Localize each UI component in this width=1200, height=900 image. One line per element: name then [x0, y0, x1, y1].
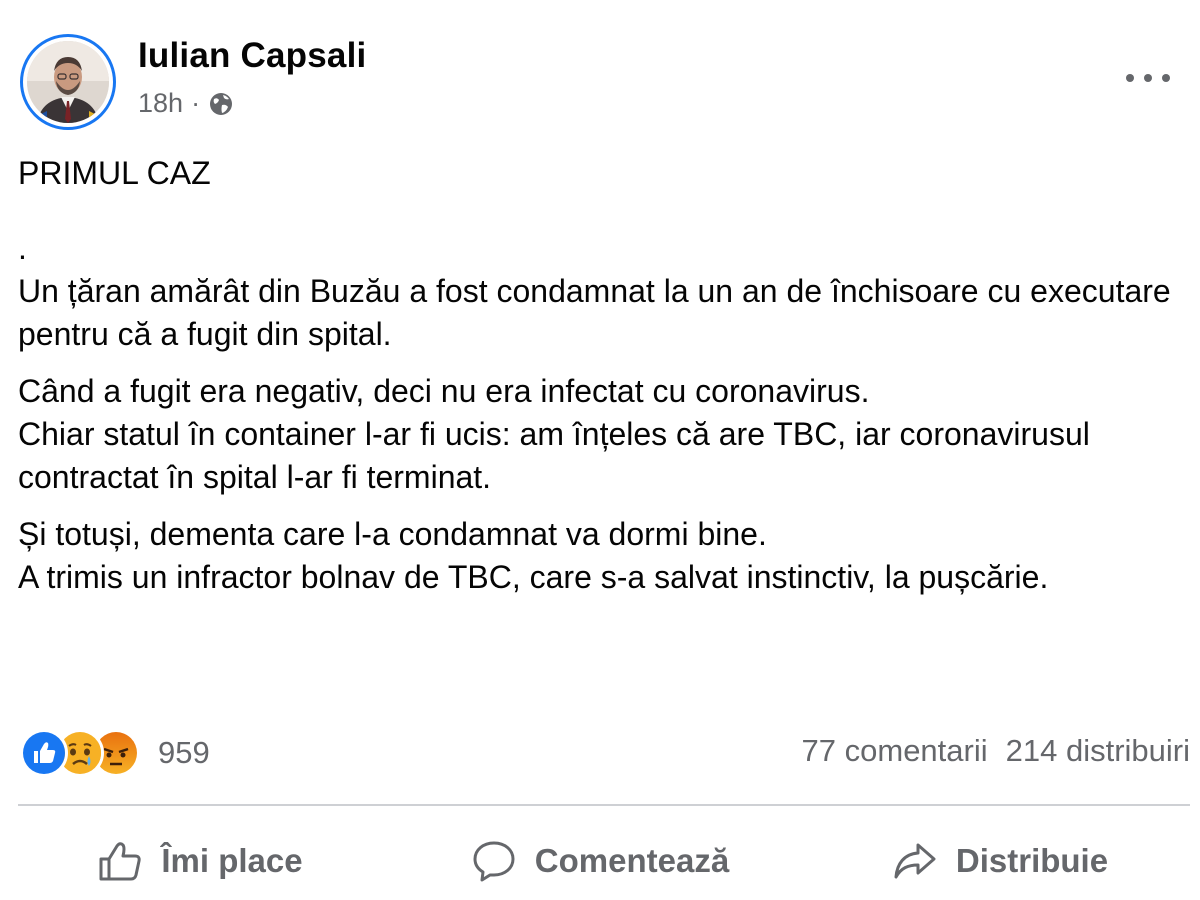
- paragraph-3-line-1: Și totuși, dementa care l-a condamnat va…: [18, 516, 767, 552]
- like-icon: [20, 729, 68, 777]
- paragraph-1: Un țăran amărât din Buzău a fost condamn…: [18, 273, 1171, 352]
- thumbs-up-icon: [97, 839, 143, 883]
- comment-icon: [471, 839, 517, 883]
- post-time[interactable]: 18h: [138, 88, 183, 119]
- paragraph-2-line-2: Chiar statul în container l-ar fi ucis: …: [18, 416, 1090, 495]
- shares-count[interactable]: 214 distribuiri: [1006, 733, 1190, 769]
- more-options-icon[interactable]: [1126, 64, 1170, 92]
- paragraph-2-line-1: Când a fugit era negativ, deci nu era in…: [18, 373, 870, 409]
- avatar[interactable]: [20, 34, 116, 130]
- comments-count[interactable]: 77 comentarii: [802, 733, 988, 769]
- post-stats: 77 comentarii 214 distribuiri: [802, 733, 1190, 769]
- meta-separator: ·: [191, 88, 201, 118]
- share-button[interactable]: Distribuie: [800, 826, 1200, 896]
- facebook-post: Iulian Capsali 18h · PRIMUL CAZ . Un țăr…: [0, 0, 1200, 900]
- globe-icon[interactable]: [208, 91, 234, 117]
- paragraph-3-line-2: A trimis un infractor bolnav de TBC, car…: [18, 559, 1049, 595]
- reaction-count: 959: [158, 735, 210, 770]
- comment-button[interactable]: Comentează: [400, 826, 800, 896]
- action-bar: Îmi place Comentează Distribuie: [0, 826, 1200, 896]
- like-label: Îmi place: [161, 842, 303, 879]
- like-button[interactable]: Îmi place: [0, 826, 400, 896]
- comment-label: Comentează: [534, 842, 730, 879]
- post-meta: 18h ·: [138, 88, 234, 119]
- share-label: Distribuie: [955, 842, 1109, 879]
- reactions-summary[interactable]: 959: [20, 728, 210, 778]
- post-body: PRIMUL CAZ . Un țăran amărât din Buzău a…: [18, 152, 1188, 599]
- avatar-photo: [27, 41, 109, 123]
- post-dot: .: [18, 230, 27, 266]
- divider: [18, 804, 1190, 806]
- share-icon: [892, 839, 938, 883]
- post-title: PRIMUL CAZ: [18, 155, 211, 191]
- author-name[interactable]: Iulian Capsali: [138, 36, 366, 76]
